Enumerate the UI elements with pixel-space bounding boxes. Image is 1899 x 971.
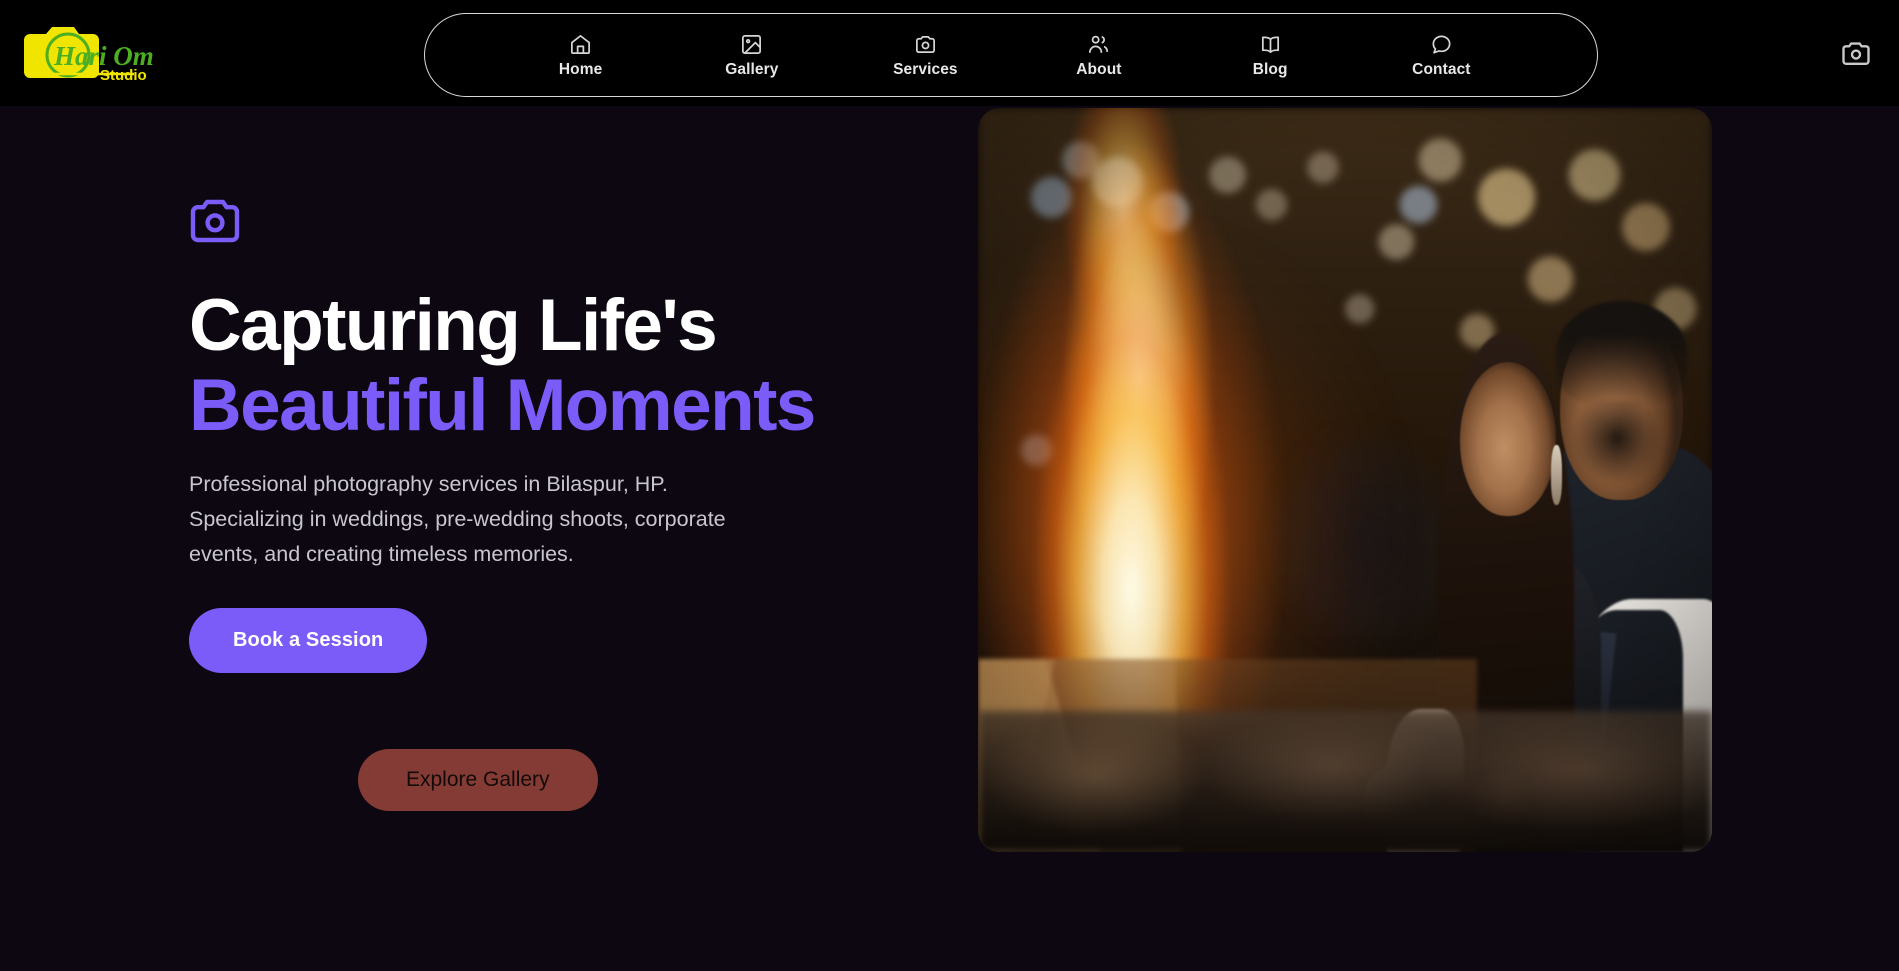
users-icon	[1087, 33, 1110, 56]
page-title: Capturing Life's Beautiful Moments	[189, 286, 909, 445]
book-open-icon	[1259, 33, 1282, 56]
nav-item-label: Services	[893, 60, 958, 78]
image-icon	[740, 33, 763, 56]
hero-camera-badge-icon	[189, 198, 241, 244]
nav-item-label: Contact	[1412, 60, 1471, 78]
nav-item-blog[interactable]: Blog	[1230, 29, 1310, 82]
main-navigation: Home Gallery Services About Blog Contact	[424, 13, 1598, 97]
photo-vignette	[978, 108, 1712, 852]
home-icon	[569, 33, 592, 56]
svg-text:Studio: Studio	[100, 67, 147, 84]
nav-item-about[interactable]: About	[1059, 29, 1139, 82]
hero-title-line-2: Beautiful Moments	[189, 364, 816, 446]
nav-item-gallery[interactable]: Gallery	[712, 29, 792, 82]
nav-item-contact[interactable]: Contact	[1401, 29, 1481, 82]
explore-gallery-button[interactable]: Explore Gallery	[358, 749, 598, 811]
site-header: Hari Om Studio Home Gallery Services Abo…	[0, 0, 1899, 106]
message-circle-icon	[1430, 33, 1453, 56]
header-camera-button[interactable]	[1841, 40, 1871, 66]
nav-item-label: Home	[558, 60, 603, 78]
nav-item-home[interactable]: Home	[541, 29, 621, 82]
camera-logo-icon: Hari Om Studio	[24, 27, 154, 84]
hero-title-line-1: Capturing Life's	[189, 285, 718, 366]
bonfire-couple-photo	[978, 108, 1712, 852]
nav-item-label: Gallery	[725, 60, 779, 78]
brand-logo[interactable]: Hari Om Studio	[22, 18, 167, 86]
book-session-button[interactable]: Book a Session	[189, 608, 428, 674]
hero-content: Capturing Life's Beautiful Moments Profe…	[189, 198, 909, 674]
hero-subtitle: Professional photography services in Bil…	[189, 472, 726, 567]
nav-item-label: About	[1076, 60, 1122, 78]
hero-image[interactable]	[978, 108, 1712, 852]
camera-icon	[914, 33, 937, 56]
nav-item-label: Blog	[1252, 60, 1288, 78]
hero-section: Capturing Life's Beautiful Moments Profe…	[0, 106, 1899, 971]
camera-icon	[1842, 42, 1870, 65]
nav-item-services[interactable]: Services	[883, 29, 968, 82]
